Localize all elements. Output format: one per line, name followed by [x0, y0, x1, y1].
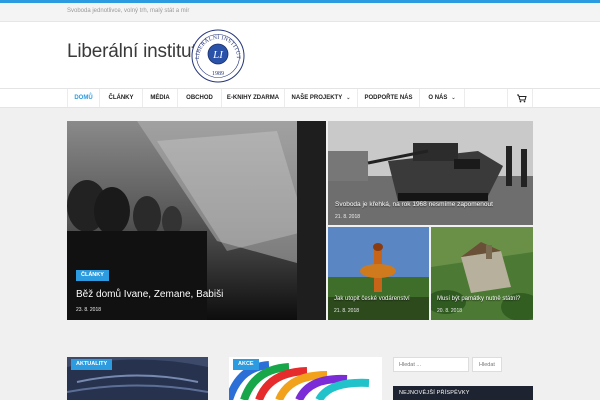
nav-label: O NÁS: [428, 95, 448, 101]
featured-main-title[interactable]: Běž domů Ivane, Zemane, Babiši: [76, 289, 223, 300]
featured-main-post[interactable]: ČLÁNKY Běž domů Ivane, Zemane, Babiši 23…: [67, 121, 326, 320]
post-date: 20. 8. 2018: [437, 308, 463, 314]
post-date: 23. 8. 2018: [76, 307, 102, 313]
featured-top-right-post[interactable]: Svoboda je křehká, na rok 1968 nesmíme z…: [328, 121, 533, 225]
institute-logo[interactable]: LIBERÁLNÍ INSTITUT LI 1989: [190, 28, 246, 84]
category-badge[interactable]: AKCE: [233, 359, 259, 370]
nav-label: MÉDIA: [150, 95, 170, 101]
logo-monogram: LI: [212, 49, 224, 61]
cart-button[interactable]: [507, 89, 533, 107]
top-bar: Svoboda jednotlivce, volný trh, malý stá…: [0, 3, 600, 22]
nav-item-articles[interactable]: ČLÁNKY: [100, 89, 143, 107]
cart-icon: [517, 94, 527, 103]
recent-posts-heading: NEJNOVĚJŠÍ PŘÍSPĚVKY: [393, 386, 533, 400]
nav-item-free-ebooks[interactable]: E-KNIHY ZDARMA: [222, 89, 285, 107]
post-date: 21. 8. 2018: [335, 214, 361, 220]
nav-label: DOMŮ: [74, 95, 93, 101]
nav-item-shop[interactable]: OBCHOD: [178, 89, 222, 107]
nav-item-support-us[interactable]: PODPOŘTE NÁS: [358, 89, 420, 107]
site-header: Liberální institut LIBERÁLNÍ INSTITUT LI…: [0, 22, 600, 88]
main-navigation: DOMŮ ČLÁNKY MÉDIA OBCHOD E-KNIHY ZDARMA …: [0, 88, 600, 108]
nav-label: PODPOŘTE NÁS: [364, 95, 413, 101]
tank-image: [328, 121, 533, 225]
featured-bottom-right-title[interactable]: Musí být památky nutně státní?: [437, 296, 520, 302]
search-input[interactable]: [393, 357, 469, 372]
news-card-aktuality[interactable]: AKTUALITY: [67, 357, 208, 400]
featured-bottom-right-post[interactable]: Musí být památky nutně státní? 20. 8. 20…: [431, 227, 533, 320]
nav-item-about[interactable]: O NÁS ⌄: [420, 89, 465, 107]
nav-label: NAŠE PROJEKTY: [291, 95, 343, 101]
featured-top-right-title[interactable]: Svoboda je křehká, na rok 1968 nesmíme z…: [335, 201, 493, 208]
nav-item-home[interactable]: DOMŮ: [67, 89, 100, 107]
site-title[interactable]: Liberální institut: [67, 41, 197, 63]
water-tower-image: [328, 227, 429, 320]
post-date: 21. 8. 2018: [334, 308, 360, 314]
nav-label: ČLÁNKY: [108, 95, 134, 101]
chevron-down-icon: ⌄: [451, 95, 456, 101]
chevron-down-icon: ⌄: [346, 95, 351, 101]
news-card-akce[interactable]: AKCE: [229, 357, 382, 400]
nav-item-media[interactable]: MÉDIA: [143, 89, 178, 107]
castle-image: [431, 227, 533, 320]
category-badge[interactable]: AKTUALITY: [71, 359, 113, 370]
nav-label: OBCHOD: [186, 95, 213, 101]
site-tagline: Svoboda jednotlivce, volný trh, malý stá…: [67, 8, 190, 14]
category-badge[interactable]: ČLÁNKY: [76, 270, 109, 281]
featured-bottom-left-post[interactable]: Jak utopit české vodárenství 21. 8. 2018: [328, 227, 429, 320]
nav-item-our-projects[interactable]: NAŠE PROJEKTY ⌄: [285, 89, 358, 107]
search-button[interactable]: Hledat: [472, 357, 502, 372]
nav-label: E-KNIHY ZDARMA: [226, 95, 280, 101]
featured-bottom-left-title[interactable]: Jak utopit české vodárenství: [334, 296, 410, 302]
logo-year: 1989: [212, 71, 224, 77]
